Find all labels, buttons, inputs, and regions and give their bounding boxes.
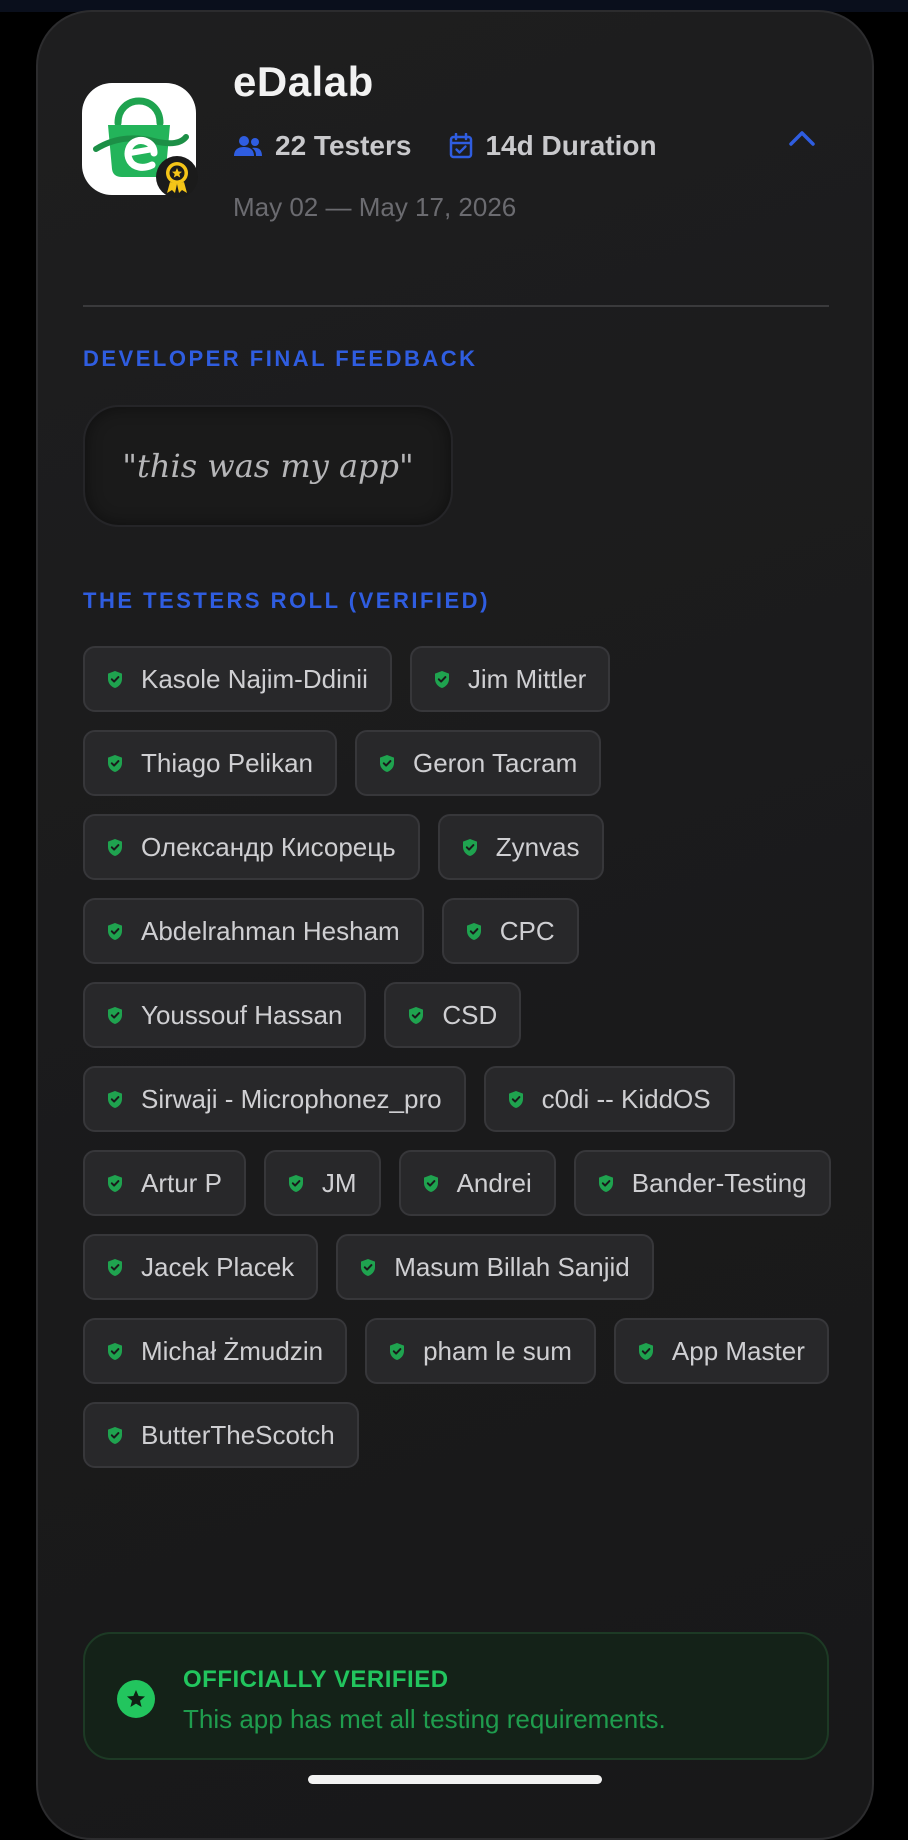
divider: [83, 305, 829, 307]
shield-check-icon: [466, 922, 481, 940]
tester-name: Artur P: [141, 1167, 222, 1198]
tester-chip: pham le sum: [365, 1318, 596, 1384]
collapse-button[interactable]: [782, 120, 822, 156]
shield-check-icon: [288, 1174, 303, 1192]
star-badge-icon: [117, 1680, 155, 1718]
tester-name: Michał Żmudzin: [141, 1335, 324, 1366]
test-date-range: May 02 — May 17, 2026: [233, 192, 517, 222]
shield-check-icon: [108, 1426, 122, 1444]
tester-chip: Geron Tacram: [355, 730, 602, 796]
tester-name: CPC: [499, 915, 555, 946]
testers-count: 22 Testers: [233, 130, 411, 162]
tester-name: Abdelrahman Hesham: [141, 915, 400, 946]
feedback-quote: "this was my app": [122, 447, 414, 485]
shield-check-icon: [108, 754, 122, 772]
tester-chip: Artur P: [83, 1150, 246, 1216]
feedback-quote-box: "this was my app": [83, 405, 453, 527]
tester-chip: Jacek Placek: [83, 1234, 319, 1300]
verified-subtitle: This app has met all testing requirement…: [183, 1704, 666, 1734]
tester-chip: Bander-Testing: [573, 1150, 831, 1216]
tester-chip: Jim Mittler: [409, 646, 611, 712]
verified-title: OFFICIALLY VERIFIED: [183, 1666, 449, 1693]
tester-name: Thiago Pelikan: [141, 747, 313, 778]
app-meta-row: 22 Testers 14d Duration: [233, 130, 657, 162]
tester-name: Bander-Testing: [631, 1167, 807, 1198]
duration-label: 14d Duration: [485, 130, 657, 161]
award-badge: [156, 156, 198, 198]
duration: 14d Duration: [449, 130, 657, 162]
tester-name: Masum Billah Sanjid: [394, 1251, 630, 1282]
shield-check-icon: [409, 1006, 424, 1024]
award-medal-icon: [166, 162, 188, 193]
tester-chip: Andrei: [398, 1150, 556, 1216]
app-name: eDalab: [233, 58, 374, 105]
shield-check-icon: [598, 1174, 613, 1192]
shield-check-icon: [108, 1258, 122, 1276]
chevron-up-icon: [789, 131, 815, 146]
tester-name: Andrei: [456, 1167, 532, 1198]
shield-check-icon: [462, 838, 477, 856]
shield-check-icon: [108, 922, 122, 940]
tester-chip: ButterTheScotch: [83, 1402, 359, 1468]
tester-name: Jim Mittler: [467, 663, 587, 694]
shield-check-icon: [108, 1342, 122, 1360]
tester-name: Олександр Кисорець: [141, 831, 396, 862]
tester-name: pham le sum: [423, 1335, 572, 1366]
shield-check-icon: [423, 1174, 438, 1192]
testers-roll: Kasole Najim-Ddinii Jim Mittler Thiago Pel…: [83, 646, 843, 1468]
tester-chip: Masum Billah Sanjid: [336, 1234, 654, 1300]
tester-name: JM: [321, 1167, 357, 1198]
tester-name: Jacek Placek: [141, 1251, 295, 1282]
testers-section-title: THE TESTERS ROLL (VERIFIED): [83, 588, 490, 613]
tester-name: CSD: [442, 999, 498, 1030]
people-icon: [234, 136, 262, 156]
tester-name: Youssouf Hassan: [141, 999, 343, 1030]
tester-chip: Kasole Najim-Ddinii: [83, 646, 392, 712]
tester-name: Kasole Najim-Ddinii: [141, 663, 368, 694]
tester-chip: CPC: [441, 898, 579, 964]
shield-check-icon: [108, 1174, 122, 1192]
tester-name: c0di -- KiddOS: [541, 1083, 711, 1114]
verified-banner: OFFICIALLY VERIFIED This app has met all…: [83, 1632, 829, 1760]
shield-check-icon: [508, 1090, 523, 1108]
tester-chip: Sirwaji - Microphonez_pro: [83, 1066, 466, 1132]
shield-check-icon: [108, 1006, 122, 1024]
tester-chip: CSD: [384, 982, 522, 1048]
tester-name: Zynvas: [495, 831, 580, 862]
shield-check-icon: [108, 670, 122, 688]
tester-chip: App Master: [613, 1318, 829, 1384]
tester-name: Geron Tacram: [413, 747, 578, 778]
shield-check-icon: [390, 1342, 405, 1360]
tester-chip: c0di -- KiddOS: [483, 1066, 735, 1132]
tester-name: App Master: [671, 1335, 805, 1366]
feedback-section-title: DEVELOPER FINAL FEEDBACK: [83, 346, 478, 371]
shield-check-icon: [108, 838, 122, 856]
home-indicator[interactable]: [308, 1775, 602, 1784]
tester-name: Sirwaji - Microphonez_pro: [141, 1083, 442, 1114]
shield-check-icon: [434, 670, 449, 688]
tester-chip: Abdelrahman Hesham: [83, 898, 424, 964]
shield-check-icon: [108, 1090, 122, 1108]
tester-chip: Zynvas: [437, 814, 604, 880]
tester-chip: Michał Żmudzin: [83, 1318, 348, 1384]
shield-check-icon: [638, 1342, 653, 1360]
tester-chip: Thiago Pelikan: [83, 730, 337, 796]
tester-chip: Youssouf Hassan: [83, 982, 367, 1048]
shield-check-icon: [361, 1258, 376, 1276]
calendar-check-icon: [450, 133, 473, 159]
shield-check-icon: [380, 754, 394, 772]
tester-chip: Олександр Кисорець: [83, 814, 420, 880]
tester-name: ButterTheScotch: [141, 1419, 335, 1450]
tester-chip: JM: [263, 1150, 381, 1216]
testers-label: 22 Testers: [275, 130, 412, 161]
